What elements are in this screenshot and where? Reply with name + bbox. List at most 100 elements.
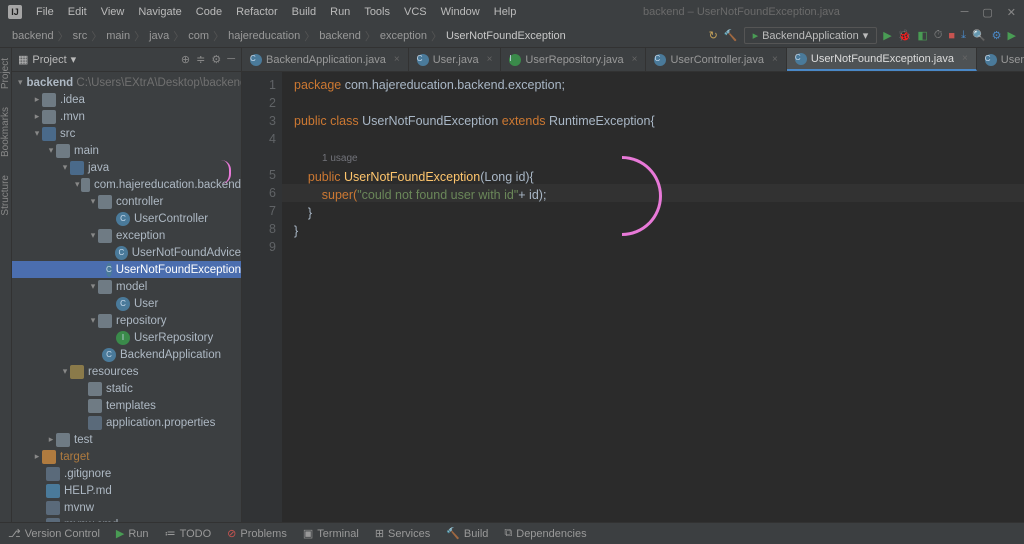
menu-code[interactable]: Code: [190, 4, 228, 20]
vcs-icon: ⎇: [8, 527, 21, 540]
tool-structure[interactable]: Structure: [0, 169, 11, 222]
tab-user-not-found-advice[interactable]: CUserNotFoundAdvice.java×: [977, 48, 1024, 71]
tree-item[interactable]: CUserNotFoundAdvice: [12, 244, 241, 261]
tool-run[interactable]: ▶Run: [116, 527, 149, 540]
project-tree[interactable]: ▾backend C:\Users\EXtrA\Desktop\backend\…: [12, 72, 241, 522]
menu-run[interactable]: Run: [324, 4, 356, 20]
menu-refactor[interactable]: Refactor: [230, 4, 284, 20]
ide-settings-icon[interactable]: ⚙: [992, 29, 1002, 42]
project-title[interactable]: Project: [32, 54, 66, 66]
crumb[interactable]: java: [145, 30, 173, 42]
menu-build[interactable]: Build: [286, 4, 322, 20]
editor-tabs: CBackendApplication.java× CUser.java× IU…: [242, 48, 1024, 72]
tree-item[interactable]: IUserRepository: [12, 329, 241, 346]
tree-item[interactable]: CUserController: [12, 210, 241, 227]
tree-item[interactable]: ▾model: [12, 278, 241, 295]
tool-terminal[interactable]: ▣Terminal: [303, 527, 359, 540]
tree-item[interactable]: ▾main: [12, 142, 241, 159]
menu-navigate[interactable]: Navigate: [132, 4, 187, 20]
close-icon[interactable]: ×: [962, 53, 968, 64]
tool-services[interactable]: ⊞Services: [375, 527, 430, 540]
settings-icon[interactable]: ⚙: [211, 53, 221, 66]
tool-build[interactable]: 🔨Build: [446, 527, 488, 540]
profile-icon[interactable]: ⏱: [934, 29, 943, 42]
maximize-icon[interactable]: ▢: [982, 6, 992, 19]
tool-problems[interactable]: ⊘Problems: [227, 527, 287, 540]
tree-item[interactable]: ▸test: [12, 431, 241, 448]
tree-item[interactable]: CBackendApplication: [12, 346, 241, 363]
tab-backend-application[interactable]: CBackendApplication.java×: [242, 48, 409, 71]
crumb[interactable]: backend: [8, 30, 58, 42]
tree-item[interactable]: mvnw: [12, 499, 241, 516]
tab-user-controller[interactable]: CUserController.java×: [646, 48, 786, 71]
services-icon: ⊞: [375, 527, 384, 540]
minimize-icon[interactable]: ─: [961, 6, 969, 19]
debug-icon[interactable]: 🐞: [898, 29, 912, 42]
code-area[interactable]: ✔ 1234 56789 package com.hajereducation.…: [242, 72, 1024, 522]
tree-item[interactable]: .gitignore: [12, 465, 241, 482]
menu-file[interactable]: File: [30, 4, 60, 20]
expand-all-icon[interactable]: ≑: [196, 53, 205, 66]
tree-item[interactable]: ▾src: [12, 125, 241, 142]
run-anything-icon[interactable]: ▶: [1008, 29, 1016, 42]
coverage-icon[interactable]: ◧: [917, 29, 927, 42]
tool-project[interactable]: Project: [0, 52, 11, 95]
tree-item[interactable]: ▾controller: [12, 193, 241, 210]
menu-vcs[interactable]: VCS: [398, 4, 433, 20]
close-icon[interactable]: ×: [772, 54, 778, 65]
tree-item[interactable]: ▸.idea: [12, 91, 241, 108]
tree-item[interactable]: ▾repository: [12, 312, 241, 329]
build-icon[interactable]: 🔨: [724, 29, 738, 42]
tab-user-not-found-exception[interactable]: CUserNotFoundException.java×: [787, 48, 977, 71]
window-controls: ─ ▢ ✕: [961, 6, 1016, 19]
tree-item[interactable]: ▾resources: [12, 363, 241, 380]
stop-icon[interactable]: ■: [948, 30, 955, 42]
tree-root[interactable]: ▾backend C:\Users\EXtrA\Desktop\backend\…: [12, 74, 241, 91]
crumb[interactable]: main: [102, 30, 134, 42]
tree-item[interactable]: ▾com.hajereducation.backend: [12, 176, 241, 193]
tab-user-repository[interactable]: IUserRepository.java×: [501, 48, 646, 71]
close-icon[interactable]: ×: [487, 54, 493, 65]
menu-help[interactable]: Help: [488, 4, 523, 20]
crumb-current[interactable]: UserNotFoundException: [442, 30, 570, 42]
close-icon[interactable]: ✕: [1007, 6, 1016, 19]
tree-item[interactable]: static: [12, 380, 241, 397]
tree-item[interactable]: ▸target: [12, 448, 241, 465]
crumb[interactable]: hajereducation: [224, 30, 304, 42]
warning-icon: ⊘: [227, 527, 236, 540]
tree-item[interactable]: HELP.md: [12, 482, 241, 499]
close-icon[interactable]: ×: [394, 54, 400, 65]
code-content[interactable]: package com.hajereducation.backend.excep…: [282, 72, 1024, 522]
hide-icon[interactable]: ─: [227, 53, 235, 66]
crumb[interactable]: com: [184, 30, 213, 42]
tree-item[interactable]: templates: [12, 397, 241, 414]
select-opened-file-icon[interactable]: ⊕: [181, 53, 190, 66]
menu-window[interactable]: Window: [435, 4, 486, 20]
tool-dependencies[interactable]: ⧉Dependencies: [504, 527, 586, 540]
crumb[interactable]: backend: [315, 30, 365, 42]
tree-item[interactable]: ▾exception: [12, 227, 241, 244]
tree-item[interactable]: CUser: [12, 295, 241, 312]
tool-bookmarks[interactable]: Bookmarks: [0, 101, 11, 163]
rerun-icon[interactable]: ↻: [709, 29, 718, 42]
tool-version-control[interactable]: ⎇Version Control: [8, 527, 100, 540]
tree-item[interactable]: ▾java: [12, 159, 241, 176]
run-config-selector[interactable]: ▸ BackendApplication ▾: [744, 27, 878, 44]
tree-item[interactable]: application.properties: [12, 414, 241, 431]
git-update-icon[interactable]: ⤓: [961, 29, 966, 42]
menu-tools[interactable]: Tools: [358, 4, 396, 20]
chevron-down-icon[interactable]: ▾: [71, 53, 77, 66]
menu-view[interactable]: View: [95, 4, 131, 20]
menu-edit[interactable]: Edit: [62, 4, 93, 20]
close-icon[interactable]: ×: [632, 54, 638, 65]
tree-item[interactable]: ▸.mvn: [12, 108, 241, 125]
line-gutter[interactable]: 1234 56789: [242, 72, 282, 522]
play-icon: ▶: [116, 527, 124, 540]
crumb[interactable]: src: [69, 30, 92, 42]
crumb[interactable]: exception: [376, 30, 431, 42]
tree-item-selected[interactable]: CUserNotFoundException: [12, 261, 241, 278]
tool-todo[interactable]: ≔TODO: [165, 527, 212, 540]
search-everywhere-icon[interactable]: 🔍: [972, 29, 986, 42]
run-icon[interactable]: ▶: [883, 29, 891, 42]
tab-user[interactable]: CUser.java×: [409, 48, 502, 71]
